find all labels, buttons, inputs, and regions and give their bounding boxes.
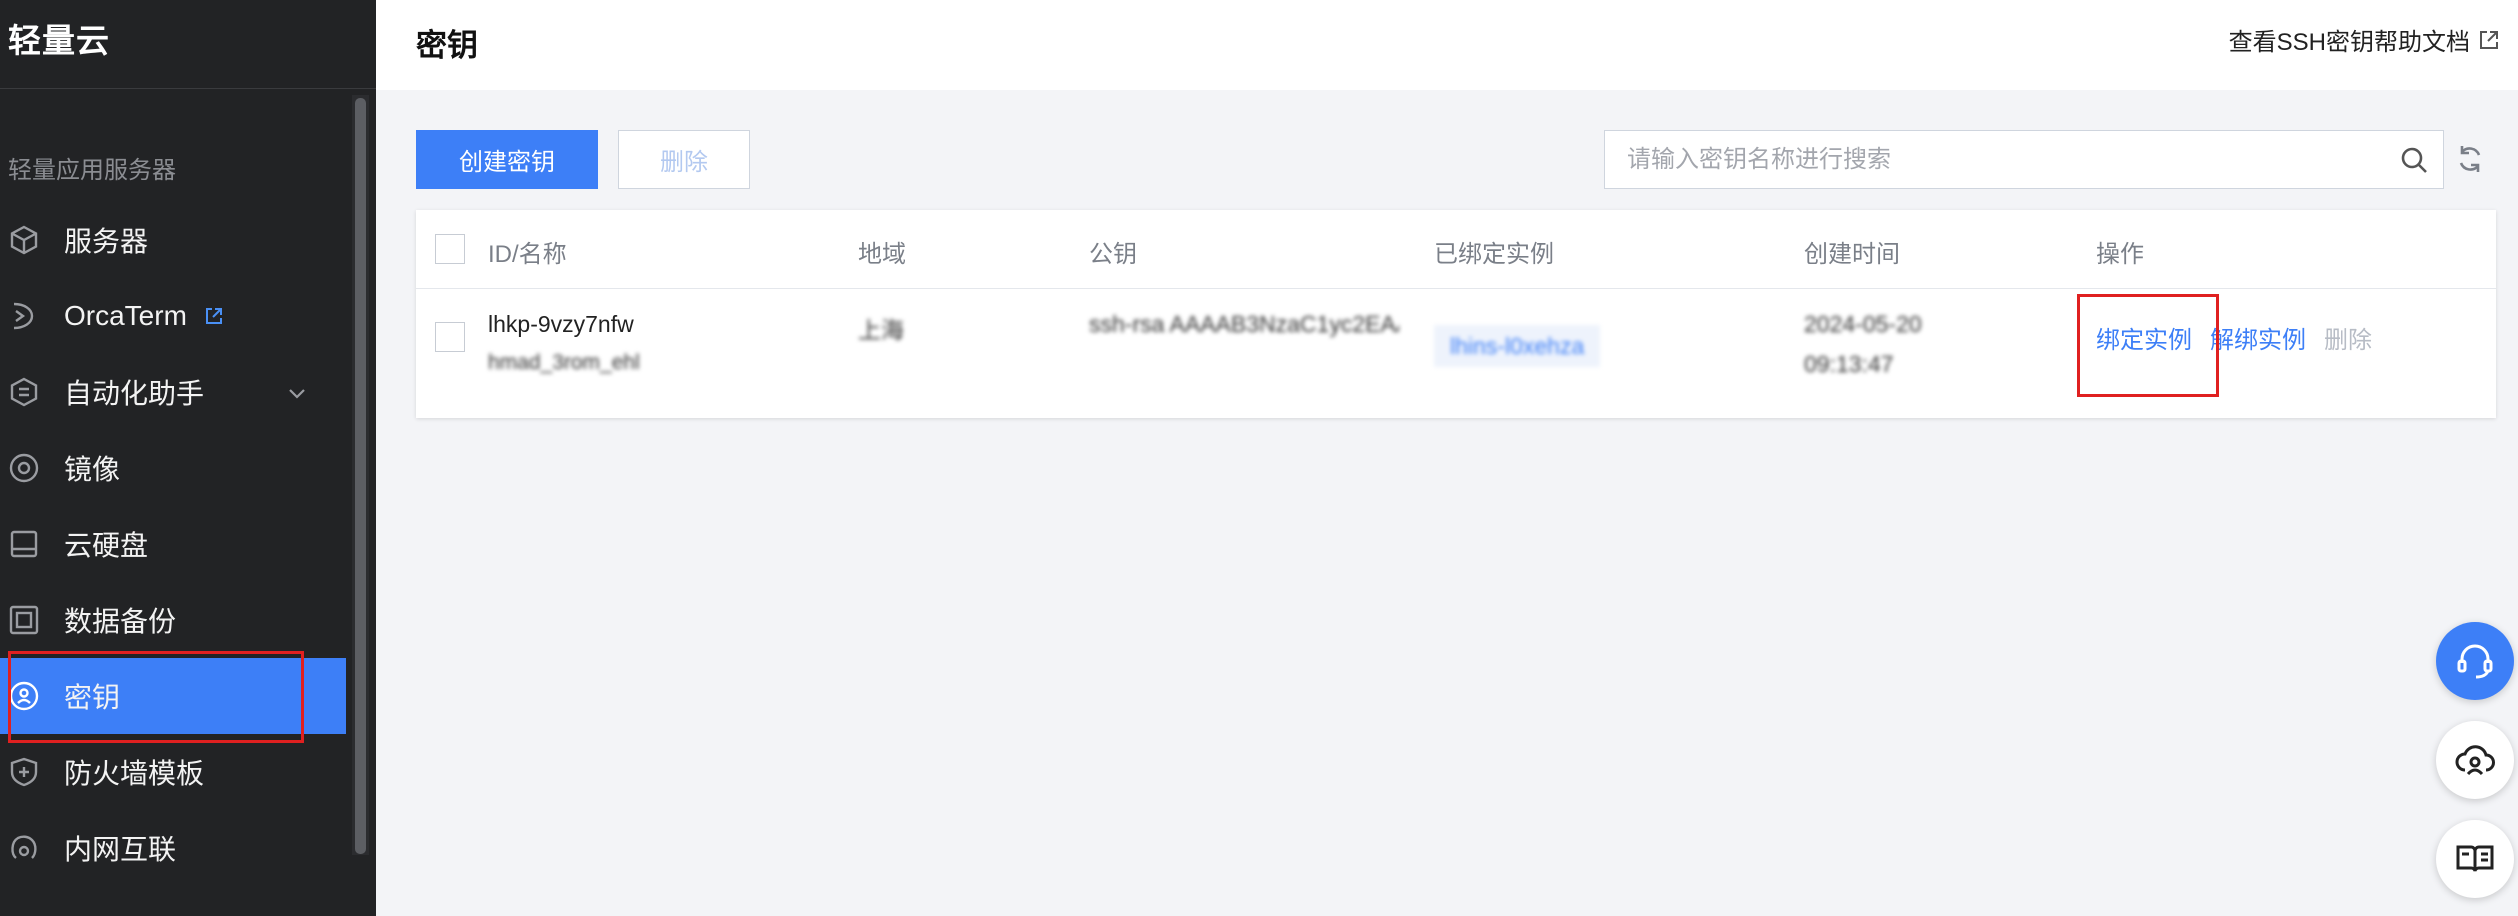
disk-icon (8, 528, 40, 560)
sidebar-item-label: 自动化助手 (64, 378, 205, 409)
docs-button[interactable] (2436, 820, 2514, 898)
help-doc-link[interactable]: 查看SSH密钥帮助文档 (2229, 22, 2500, 57)
sidebar-item-label: 内网互联 (64, 834, 177, 865)
sidebar-scrollbar-thumb[interactable] (355, 98, 366, 854)
sidebar-item-cloud-disk[interactable]: 云硬盘 (0, 506, 346, 582)
highlight-box-bind (2077, 294, 2219, 397)
section-title: 轻量应用服务器 (8, 157, 176, 184)
book-icon (2456, 845, 2494, 872)
table-header: ID/名称 地域 公钥 已绑定实例 创建时间 操作 (416, 210, 2496, 289)
create-key-button[interactable]: 创建密钥 (416, 130, 598, 189)
sidebar-item-server[interactable]: 服务器 (0, 202, 346, 278)
key-name: hmad_3rom_ehl (488, 351, 640, 374)
created-date: 2024-05-20 (1804, 311, 1922, 337)
sidebar-item-label: 服务器 (64, 226, 149, 257)
external-link-icon (2480, 30, 2498, 49)
network-icon (8, 832, 40, 864)
sidebar-item-automation[interactable]: 自动化助手 (0, 354, 346, 430)
highlight-box-sidebar (8, 651, 304, 743)
public-key: ssh-rsa AAAAB3NzaC1yc2EAA... (1089, 311, 1399, 337)
column-header: ID/名称 (488, 241, 567, 268)
column-header: 公钥 (1089, 241, 1137, 268)
feedback-button[interactable] (2436, 721, 2514, 799)
sidebar-item-firewall[interactable]: 防火墙模板 (0, 734, 346, 810)
sidebar-item-label: 云硬盘 (64, 530, 149, 561)
delete-button[interactable]: 删除 (618, 130, 750, 189)
disc-icon (8, 452, 40, 484)
column-header: 地域 (858, 241, 906, 268)
key-region: 上海 (858, 317, 904, 343)
sidebar-item-backup[interactable]: 数据备份 (0, 582, 346, 658)
search-icon[interactable] (2399, 145, 2429, 175)
shield-icon (8, 756, 40, 788)
select-all-checkbox[interactable] (435, 234, 465, 264)
divider (0, 88, 376, 89)
page-title: 密钥 (416, 28, 478, 63)
column-header: 已绑定实例 (1434, 241, 1554, 268)
external-link-icon (204, 306, 224, 326)
bound-instance-link[interactable]: lhins-l0xehza (1434, 325, 1601, 367)
brand-title: 轻量云 (8, 22, 110, 59)
automation-icon (8, 376, 40, 408)
page-header: 密钥 查看SSH密钥帮助文档 (376, 0, 2518, 90)
sidebar-item-label: OrcaTerm (64, 300, 187, 331)
sidebar-item-orcaterm[interactable]: OrcaTerm (0, 278, 346, 354)
refresh-icon[interactable] (2454, 143, 2486, 175)
backup-icon (8, 604, 40, 636)
search-box (1604, 130, 2444, 189)
search-input[interactable] (1625, 131, 2389, 189)
sidebar-item-label: 防火墙模板 (64, 758, 205, 789)
support-button[interactable] (2436, 622, 2514, 700)
delete-row-link[interactable]: 删除 (2324, 320, 2372, 355)
key-id: lhkp-9vzy7nfw (488, 311, 634, 337)
column-header: 创建时间 (1804, 241, 1900, 268)
headset-icon (2457, 644, 2493, 679)
terminal-icon (8, 300, 40, 332)
sidebar-item-label: 镜像 (64, 454, 121, 485)
help-link-label: 查看SSH密钥帮助文档 (2228, 29, 2470, 56)
chevron-down-icon[interactable] (286, 382, 308, 404)
sidebar-item-image[interactable]: 镜像 (0, 430, 346, 506)
sidebar: 轻量云 轻量应用服务器 服务器 OrcaTerm 自动化助手 镜像 云硬盘 数据… (0, 0, 376, 916)
cloud-user-icon (2455, 745, 2495, 776)
unbind-instance-link[interactable]: 解绑实例 (2210, 320, 2306, 355)
column-header: 操作 (2096, 241, 2144, 268)
sidebar-item-label: 数据备份 (64, 606, 177, 637)
created-time: 09:13:47 (1804, 351, 1894, 377)
sidebar-item-intranet[interactable]: 内网互联 (0, 810, 346, 886)
row-checkbox[interactable] (435, 322, 465, 352)
cube-icon (8, 224, 40, 256)
